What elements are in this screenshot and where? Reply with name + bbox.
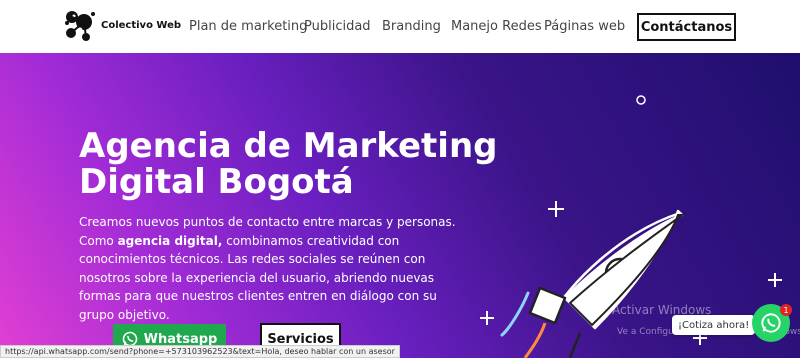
- sparkle-icon: [548, 201, 564, 217]
- notification-badge: 1: [780, 304, 792, 316]
- sparkle-icon: [768, 273, 782, 287]
- hero-desc-line1: Creamos nuevos puntos de contacto entre …: [79, 215, 456, 229]
- logo-molecule-icon[interactable]: [62, 8, 98, 44]
- hero-description: Creamos nuevos puntos de contacto entre …: [79, 213, 459, 324]
- hero-desc-pre: Como: [79, 233, 118, 248]
- hero-title: Agencia de Marketing Digital Bogotá: [79, 128, 499, 200]
- sparkle-icon: [480, 311, 494, 325]
- nav-item-plan-de-marketing[interactable]: Plan de marketing: [189, 19, 307, 34]
- ring-icon: [636, 95, 646, 105]
- site-header: Colectivo Web Plan de marketing Publicid…: [0, 0, 800, 53]
- nav-item-manejo-redes[interactable]: Manejo Redes: [451, 19, 542, 34]
- nav-item-branding[interactable]: Branding: [382, 19, 441, 34]
- contact-button[interactable]: Contáctanos: [637, 13, 736, 41]
- hero-desc-bold: agencia digital,: [117, 233, 223, 248]
- nav-item-publicidad[interactable]: Publicidad: [304, 19, 371, 34]
- hero-title-line2: Digital Bogotá: [79, 162, 354, 202]
- chat-prompt-bubble[interactable]: ¡Cotiza ahora!: [672, 315, 756, 335]
- hero-title-line1: Agencia de Marketing: [79, 126, 498, 166]
- nav-item-paginas-web[interactable]: Páginas web: [544, 19, 625, 34]
- whatsapp-icon: [761, 313, 781, 333]
- logo-text[interactable]: Colectivo Web: [101, 20, 181, 31]
- hero-section: Agencia de Marketing Digital Bogotá Crea…: [0, 53, 800, 358]
- browser-status-url: https://api.whatsapp.com/send?phone=+573…: [0, 345, 400, 358]
